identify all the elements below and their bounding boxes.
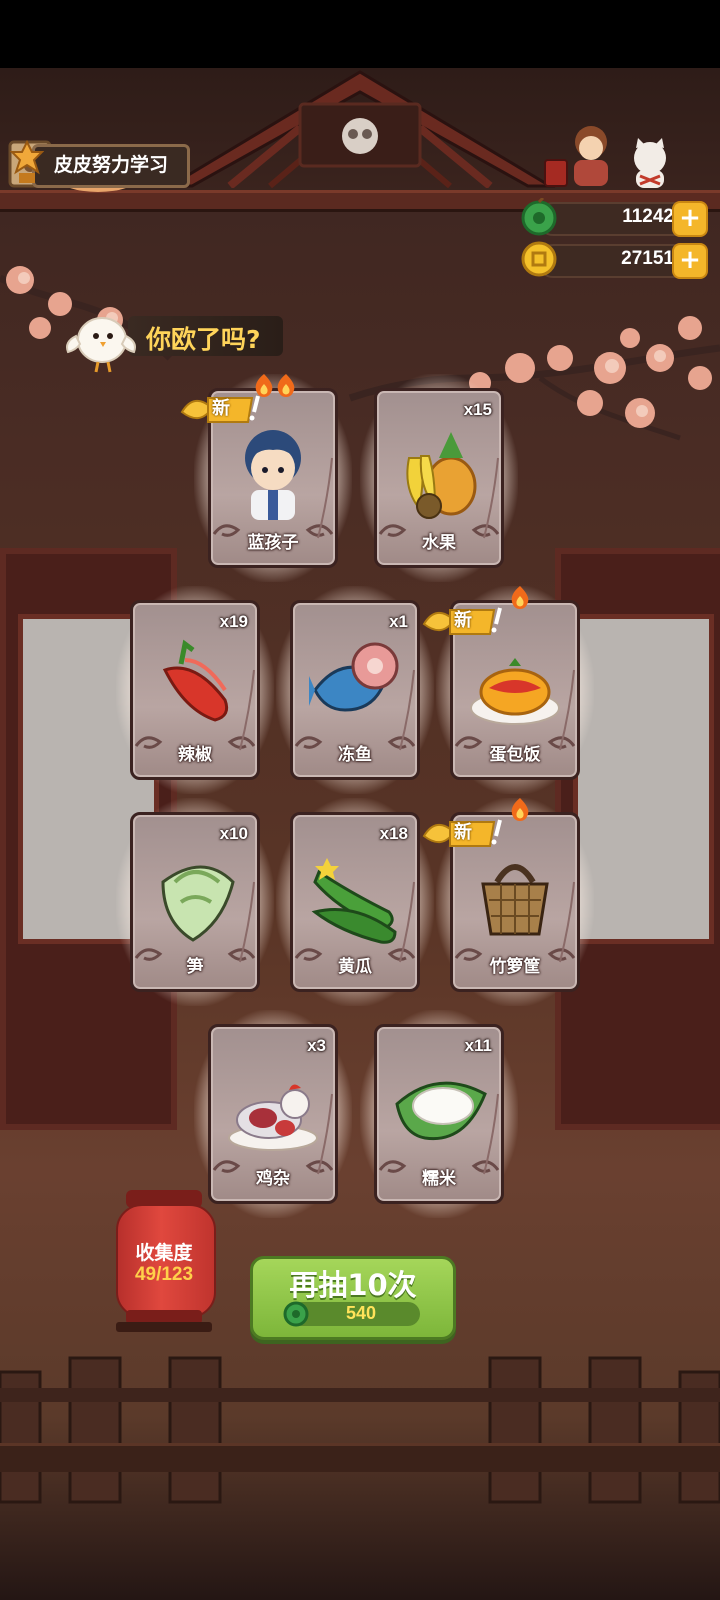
flame-icon xyxy=(511,798,529,821)
draw-cost: 540 xyxy=(346,1303,377,1323)
reward-card[interactable]: x10 笋 xyxy=(116,798,274,1006)
jade-coin-icon xyxy=(521,198,557,236)
card-quantity: x1 xyxy=(389,612,408,631)
card-name: 黄瓜 xyxy=(338,957,372,977)
collection-label: 收集度 xyxy=(135,1242,193,1264)
reward-card[interactable]: x3 鸡杂 xyxy=(194,1010,352,1218)
flame-icon xyxy=(511,586,529,609)
new-badge-label: 新 xyxy=(212,398,230,419)
reward-card[interactable]: x15 水果 xyxy=(360,374,518,582)
new-badge-label: 新 xyxy=(454,610,472,631)
card-name: 竹箩筐 xyxy=(489,957,541,977)
new-badge-label: 新 xyxy=(454,822,472,843)
draw-ten-again-button[interactable]: 再抽10次 540 xyxy=(250,1256,456,1340)
trophy-icon xyxy=(10,140,44,183)
card-quantity: x10 xyxy=(219,824,248,843)
basket-icon xyxy=(481,864,549,936)
collection-progress: 49/123 xyxy=(134,1264,194,1285)
card-name: 蛋包饭 xyxy=(489,745,541,765)
gold-coin-icon xyxy=(521,241,557,277)
card-name: 辣椒 xyxy=(178,745,212,765)
status-bar-area xyxy=(0,0,720,68)
floor-plank xyxy=(0,1443,720,1472)
new-badge: 新 xyxy=(420,602,512,642)
collection-lantern[interactable]: 收集度 49/123 xyxy=(112,1186,216,1338)
card-name: 笋 xyxy=(186,957,204,977)
gold-currency: 27151 + xyxy=(520,240,712,279)
omurice-icon xyxy=(470,658,560,725)
chili-icon xyxy=(162,639,229,722)
jade-coin-icon xyxy=(283,1301,309,1327)
card-name: 冻鱼 xyxy=(338,745,372,765)
reward-card[interactable]: x19 辣椒 xyxy=(116,586,274,794)
bamboo-shoot-icon xyxy=(161,865,235,942)
reward-card[interactable]: 新竹箩筐 xyxy=(422,798,594,1006)
fruit-icon xyxy=(406,432,477,519)
add-jade-button[interactable]: + xyxy=(672,201,708,237)
user-badge[interactable]: 皮皮努力学习 xyxy=(10,140,190,188)
cucumber-icon xyxy=(311,858,397,944)
reward-card[interactable]: 新蛋包饭 xyxy=(422,586,594,794)
card-quantity: x11 xyxy=(464,1036,492,1055)
wooden-fence xyxy=(0,1356,720,1504)
card-name: 糯米 xyxy=(422,1169,456,1189)
glutinous-rice-icon xyxy=(395,1081,487,1141)
card-quantity: x19 xyxy=(219,612,248,631)
new-badge: 新 xyxy=(420,814,512,854)
reward-card[interactable]: x18 黄瓜 xyxy=(276,798,434,1006)
card-quantity: x15 xyxy=(463,400,492,419)
reward-card[interactable]: x1 冻鱼 xyxy=(276,586,434,794)
frozen-fish-icon xyxy=(309,642,399,712)
roof-gable xyxy=(164,70,556,188)
jade-currency: 11242 + xyxy=(520,198,712,237)
white-cat-icon xyxy=(634,138,666,188)
card-quantity: x3 xyxy=(307,1036,326,1055)
card-name: 蓝孩子 xyxy=(247,533,299,553)
lucky-callout: 你欧了吗? xyxy=(62,306,292,373)
jade-amount: 11242 xyxy=(622,206,674,227)
draw-button-label: 再抽10次 xyxy=(289,1268,417,1302)
add-gold-button[interactable]: + xyxy=(672,243,708,279)
card-name: 鸡杂 xyxy=(256,1169,290,1189)
gold-amount: 27151 xyxy=(621,248,674,269)
card-name: 水果 xyxy=(422,533,456,553)
flame-icon xyxy=(277,374,295,397)
card-quantity: x18 xyxy=(379,824,408,843)
player-name: 皮皮努力学习 xyxy=(54,154,169,176)
chick-mascot-icon xyxy=(66,317,136,373)
flame-icon xyxy=(255,374,273,397)
callout-text: 你欧了吗? xyxy=(146,325,261,354)
shopkeeper-npc-icon xyxy=(574,126,608,186)
chicken-giblets-icon xyxy=(228,1084,318,1151)
reward-card[interactable]: 新蓝孩子 xyxy=(180,374,352,582)
reward-card[interactable]: x11 糯米 xyxy=(360,1010,518,1218)
boy-character-icon xyxy=(245,430,301,520)
